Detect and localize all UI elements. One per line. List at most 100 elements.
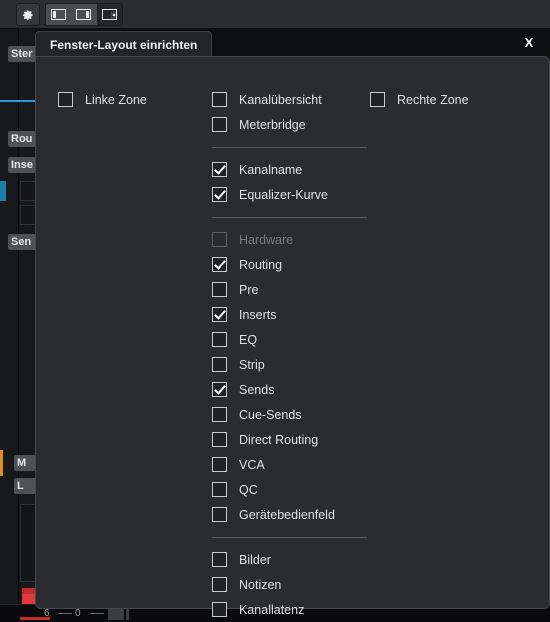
checkbox-bilder[interactable] [212, 552, 227, 567]
checkbox-group: Bilder Notizen Kanallatenz [212, 547, 367, 622]
bg-chip-stereo: Ster [8, 46, 36, 62]
checkbox-row-strip[interactable]: Strip [212, 352, 367, 377]
right-zone-icon [76, 9, 92, 20]
checkbox-row-hardware: Hardware [212, 227, 367, 252]
checkbox-kanalname[interactable] [212, 162, 227, 177]
bg-chip-inserts: Inse [8, 157, 36, 173]
checkbox-notizen[interactable] [212, 577, 227, 592]
checkbox-label-rechte-zone: Rechte Zone [397, 92, 469, 107]
checkbox-label-linke-zone: Linke Zone [85, 92, 147, 107]
checkbox-row-sends[interactable]: Sends [212, 377, 367, 402]
checkbox-row-rechte-zone[interactable]: Rechte Zone [370, 87, 520, 112]
checkbox-rechte-zone[interactable] [370, 92, 385, 107]
checkbox-row-qc[interactable]: QC [212, 477, 367, 502]
checkbox-label-routing: Routing [239, 257, 283, 272]
bg-slot-2 [20, 205, 36, 225]
checkbox-row-kanaluebersicht[interactable]: Kanalübersicht [212, 87, 367, 112]
settings-gear-button[interactable] [16, 3, 40, 26]
checkbox-row-bilder[interactable]: Bilder [212, 547, 367, 572]
window-layout-dialog: Fenster-Layout einrichten X Linke Zone K… [35, 28, 550, 617]
checkbox-inserts[interactable] [212, 307, 227, 322]
bg-orange-indicator [0, 450, 3, 476]
checkbox-row-pre[interactable]: Pre [212, 277, 367, 302]
bg-chip-sends: Sen [8, 234, 36, 250]
center-zone-column: Kanalübersicht Meterbridge Kanalname Equali… [212, 87, 367, 622]
checkbox-label-kanallatenz: Kanallatenz [239, 602, 305, 617]
checkbox-row-eq[interactable]: EQ [212, 327, 367, 352]
checkbox-row-linke-zone[interactable]: Linke Zone [58, 87, 208, 112]
checkbox-cue-sends[interactable] [212, 407, 227, 422]
layout-button-group [45, 3, 123, 26]
checkbox-label-geraetebedienfeld: Gerätebedienfeld [239, 507, 335, 522]
checkbox-label-sends: Sends [239, 382, 275, 397]
scale-label-0: 0 [75, 608, 81, 619]
gear-small-icon [110, 10, 118, 19]
checkbox-row-direct-routing[interactable]: Direct Routing [212, 427, 367, 452]
checkbox-kanallatenz[interactable] [212, 602, 227, 617]
mixer-column-divider [18, 29, 19, 622]
checkbox-eq[interactable] [212, 332, 227, 347]
checkbox-meterbridge[interactable] [212, 117, 227, 132]
checkbox-label-eq: EQ [239, 332, 258, 347]
group-separator [212, 217, 367, 218]
scale-tick-1 [58, 613, 72, 614]
scale-label-6: 6 [44, 608, 50, 619]
checkbox-group: Kanalübersicht Meterbridge [212, 87, 367, 137]
checkbox-row-inserts[interactable]: Inserts [212, 302, 367, 327]
close-button[interactable]: X [520, 33, 538, 51]
checkbox-label-bilder: Bilder [239, 552, 271, 567]
top-toolbar [0, 0, 550, 29]
checkbox-row-cue-sends[interactable]: Cue-Sends [212, 402, 367, 427]
checkbox-direct-routing[interactable] [212, 432, 227, 447]
checkbox-pre[interactable] [212, 282, 227, 297]
right-zone-column: Rechte Zone [370, 87, 520, 112]
setup-layout-icon [101, 9, 118, 20]
checkbox-equalizer-kurve[interactable] [212, 187, 227, 202]
checkbox-linke-zone[interactable] [58, 92, 73, 107]
checkbox-sends[interactable] [212, 382, 227, 397]
dialog-titlebar: Fenster-Layout einrichten X [35, 28, 550, 57]
checkbox-hardware [212, 232, 227, 247]
checkbox-strip[interactable] [212, 357, 227, 372]
checkbox-routing[interactable] [212, 257, 227, 272]
checkbox-group: Kanalname Equalizer-Kurve [212, 157, 367, 207]
checkbox-row-geraetebedienfeld[interactable]: Gerätebedienfeld [212, 502, 367, 527]
checkbox-row-kanalname[interactable]: Kanalname [212, 157, 367, 182]
checkbox-geraetebedienfeld[interactable] [212, 507, 227, 522]
checkbox-label-equalizer-kurve: Equalizer-Kurve [239, 187, 328, 202]
checkbox-label-notizen: Notizen [239, 577, 282, 592]
checkbox-row-equalizer-kurve[interactable]: Equalizer-Kurve [212, 182, 367, 207]
checkbox-row-notizen[interactable]: Notizen [212, 572, 367, 597]
bg-cyan-indicator [0, 181, 6, 201]
checkbox-group: Rechte Zone [370, 87, 520, 112]
checkbox-group: Linke Zone [58, 87, 208, 112]
left-zone-column: Linke Zone [58, 87, 208, 112]
checkbox-row-kanallatenz[interactable]: Kanallatenz [212, 597, 367, 622]
checkbox-label-qc: QC [239, 482, 258, 497]
checkbox-row-meterbridge[interactable]: Meterbridge [212, 112, 367, 137]
gear-icon [22, 9, 33, 20]
dialog-tab[interactable]: Fenster-Layout einrichten [35, 31, 213, 57]
group-separator [212, 537, 367, 538]
checkbox-label-kanalname: Kanalname [239, 162, 303, 177]
left-zone-layout-button[interactable] [46, 4, 71, 25]
checkbox-label-direct-routing: Direct Routing [239, 432, 319, 447]
checkbox-label-cue-sends: Cue-Sends [239, 407, 302, 422]
checkbox-kanaluebersicht[interactable] [212, 92, 227, 107]
checkbox-label-inserts: Inserts [239, 307, 277, 322]
checkbox-row-routing[interactable]: Routing [212, 252, 367, 277]
checkbox-row-vca[interactable]: VCA [212, 452, 367, 477]
dialog-body: Linke Zone Kanalübersicht Meterbridge Kana… [35, 56, 550, 617]
left-zone-icon [51, 9, 67, 20]
checkbox-vca[interactable] [212, 457, 227, 472]
bg-chip-listen: L [14, 478, 36, 494]
checkbox-qc[interactable] [212, 482, 227, 497]
scale-tick-2 [90, 613, 104, 614]
checkbox-label-vca: VCA [239, 457, 265, 472]
right-zone-layout-button[interactable] [71, 4, 96, 25]
group-separator [212, 147, 367, 148]
checkbox-label-pre: Pre [239, 282, 259, 297]
bg-selection-line [0, 100, 36, 102]
bg-chip-mute: M [14, 455, 36, 471]
setup-window-layout-button[interactable] [96, 4, 122, 25]
